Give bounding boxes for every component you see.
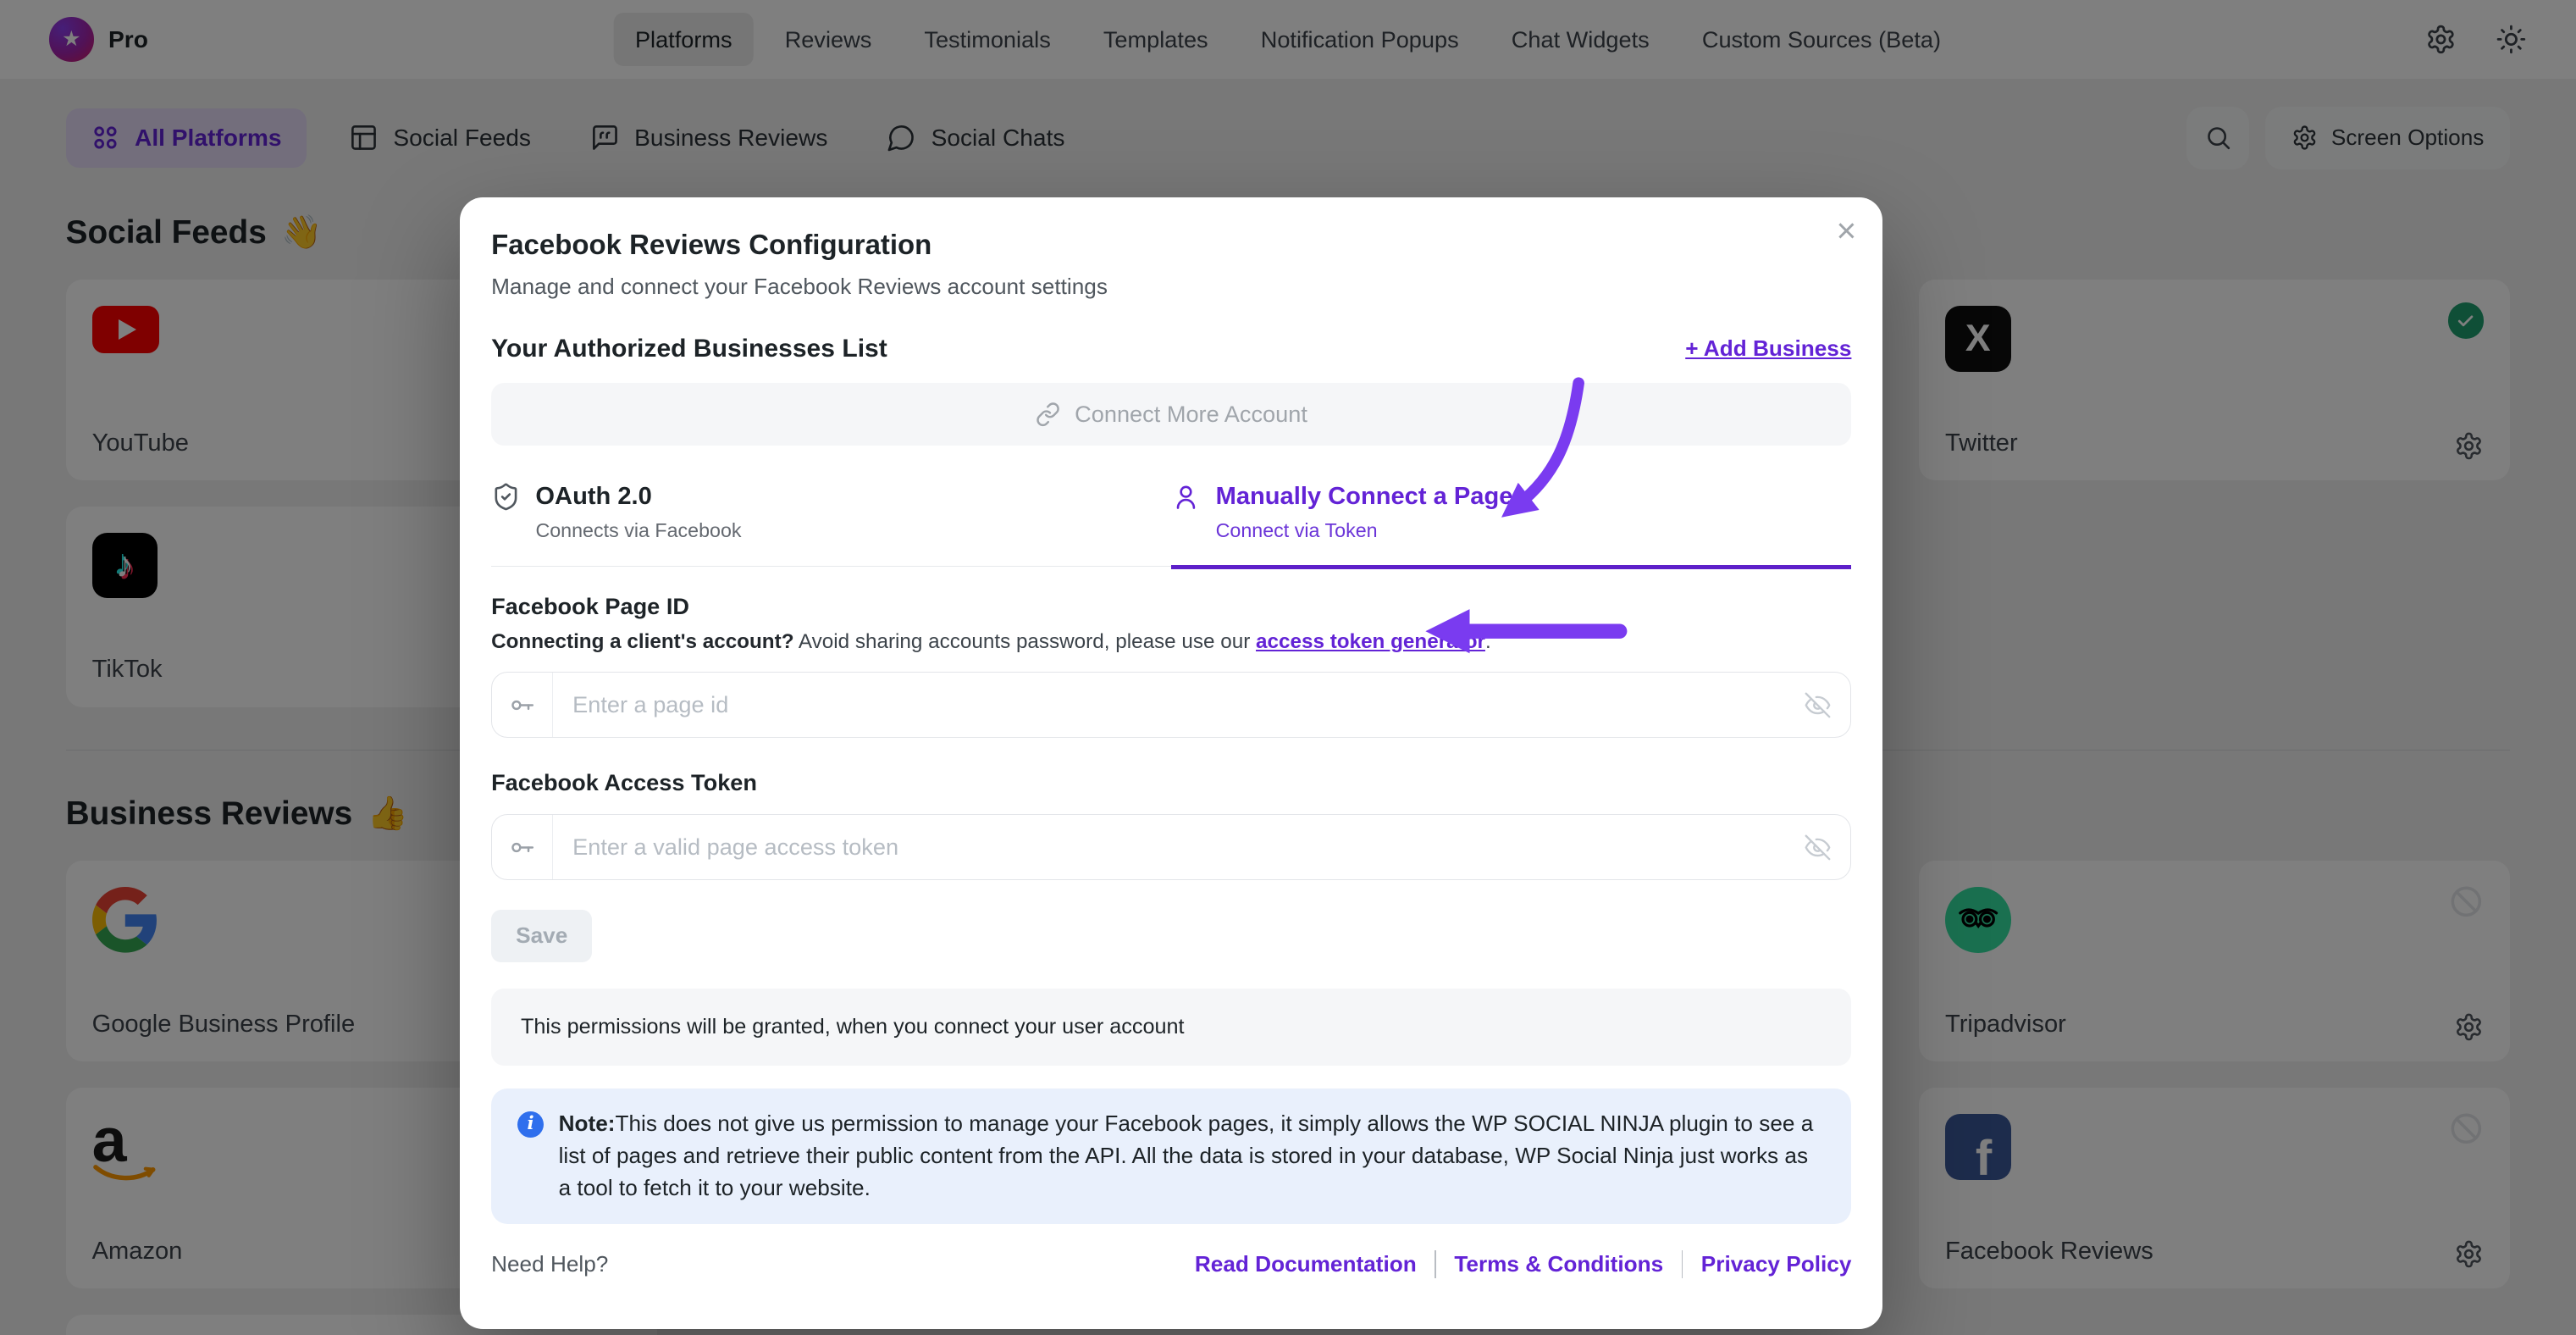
- eye-off-icon[interactable]: [1785, 815, 1851, 879]
- privacy-policy-link[interactable]: Privacy Policy: [1701, 1251, 1852, 1277]
- link-icon: [1036, 402, 1060, 426]
- connection-method-tabs: OAuth 2.0 Connects via Facebook Manually…: [491, 482, 1851, 568]
- authorized-list-row: Your Authorized Businesses List + Add Bu…: [491, 335, 1851, 363]
- note-box: i Note:This does not give us permission …: [491, 1088, 1851, 1224]
- info-icon: i: [517, 1111, 544, 1138]
- page-id-label: Facebook Page ID: [491, 593, 1851, 620]
- helper-end: .: [1485, 630, 1491, 653]
- connect-more-account-label: Connect More Account: [1075, 401, 1307, 428]
- key-icon: [492, 673, 553, 737]
- connect-more-account-button[interactable]: Connect More Account: [491, 383, 1851, 446]
- page-id-input[interactable]: [553, 673, 1785, 737]
- tab-manually-connect-sublabel: Connect via Token: [1216, 519, 1852, 542]
- app-viewport: ★ Pro Platforms Reviews Testimonials Tem…: [0, 0, 2576, 1335]
- modal-footer: Need Help? Read Documentation Terms & Co…: [491, 1250, 1851, 1278]
- note-body: This does not give us permission to mana…: [559, 1111, 1814, 1200]
- note-text: Note:This does not give us permission to…: [559, 1108, 1826, 1205]
- tab-oauth-label: OAuth 2.0: [535, 483, 651, 511]
- permissions-info-box: This permissions will be granted, when y…: [491, 989, 1851, 1066]
- authorized-list-heading: Your Authorized Businesses List: [491, 335, 887, 363]
- read-documentation-link[interactable]: Read Documentation: [1195, 1251, 1417, 1277]
- tab-manually-connect[interactable]: Manually Connect a Page Connect via Toke…: [1171, 482, 1851, 570]
- key-icon: [492, 815, 553, 879]
- helper-bold: Connecting a client's account?: [491, 630, 793, 653]
- facebook-reviews-config-modal: × Facebook Reviews Configuration Manage …: [460, 197, 1882, 1330]
- tab-oauth-sublabel: Connects via Facebook: [535, 519, 1171, 542]
- page-id-input-group: [491, 672, 1851, 738]
- access-token-generator-link[interactable]: access token generator: [1256, 630, 1485, 653]
- tab-oauth[interactable]: OAuth 2.0 Connects via Facebook: [491, 482, 1171, 567]
- close-icon[interactable]: ×: [1836, 213, 1856, 248]
- footer-separator: [1682, 1250, 1683, 1278]
- footer-separator: [1434, 1250, 1436, 1278]
- shield-check-icon: [491, 482, 521, 512]
- user-icon: [1171, 482, 1201, 512]
- page-id-helper-text: Connecting a client's account? Avoid sha…: [491, 630, 1851, 654]
- access-token-input-group: [491, 814, 1851, 880]
- footer-links: Read Documentation Terms & Conditions Pr…: [1195, 1250, 1852, 1278]
- tab-manually-connect-label: Manually Connect a Page: [1216, 483, 1513, 511]
- helper-mid: Avoid sharing accounts password, please …: [794, 630, 1257, 653]
- need-help-label: Need Help?: [491, 1251, 608, 1277]
- save-button[interactable]: Save: [491, 910, 592, 962]
- terms-conditions-link[interactable]: Terms & Conditions: [1454, 1251, 1663, 1277]
- modal-subtitle: Manage and connect your Facebook Reviews…: [491, 274, 1851, 300]
- access-token-input[interactable]: [553, 815, 1785, 879]
- note-label: Note:: [559, 1111, 616, 1136]
- modal-title: Facebook Reviews Configuration: [491, 229, 1851, 261]
- add-business-link[interactable]: + Add Business: [1685, 335, 1851, 362]
- eye-off-icon[interactable]: [1785, 673, 1851, 737]
- access-token-label: Facebook Access Token: [491, 769, 1851, 796]
